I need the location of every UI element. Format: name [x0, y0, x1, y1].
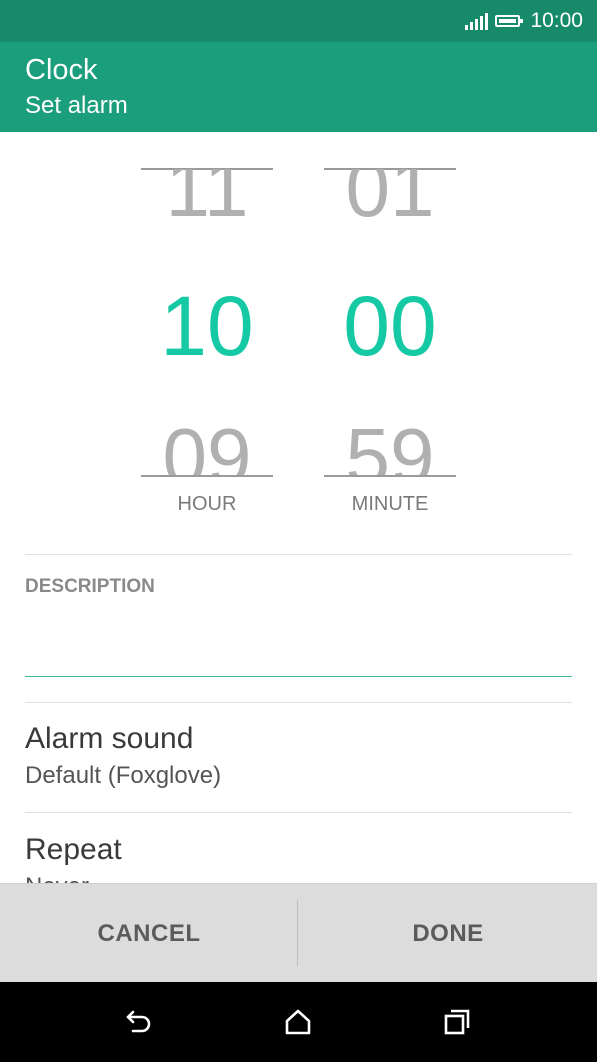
- hour-label: HOUR: [177, 493, 237, 515]
- minute-current-value[interactable]: 00: [324, 284, 456, 368]
- repeat-value: Never: [25, 873, 89, 883]
- minute-picker[interactable]: 01 00 59 MINUTE: [324, 132, 456, 522]
- section-divider: [25, 554, 572, 555]
- signal-icon: [465, 12, 489, 30]
- picker-divider-bottom: [141, 475, 273, 477]
- hour-next-value[interactable]: 09: [141, 417, 273, 476]
- section-divider: [25, 812, 572, 813]
- status-time: 10:00: [530, 9, 583, 32]
- description-input[interactable]: [25, 606, 572, 677]
- button-bar: CANCEL DONE: [0, 883, 597, 982]
- minute-prev-value[interactable]: 01: [324, 169, 456, 229]
- alarm-sound-title: Alarm sound: [25, 722, 194, 755]
- app-bar: Clock Set alarm: [0, 42, 597, 132]
- minute-prev-clip: 01: [324, 169, 456, 229]
- minute-next-clip: 59: [324, 402, 456, 476]
- picker-divider-bottom: [324, 475, 456, 477]
- cancel-button[interactable]: CANCEL: [0, 884, 298, 983]
- description-label: DESCRIPTION: [25, 576, 155, 597]
- alarm-sound-value: Default (Foxglove): [25, 762, 222, 789]
- status-indicators: 10:00: [465, 0, 583, 42]
- app-subtitle: Set alarm: [25, 92, 128, 119]
- section-divider: [25, 702, 572, 703]
- app-title: Clock: [25, 54, 98, 86]
- back-icon[interactable]: [124, 1007, 154, 1037]
- alarm-sound-setting[interactable]: Alarm sound Default (Foxglove): [0, 722, 597, 812]
- repeat-title: Repeat: [25, 833, 122, 866]
- home-icon[interactable]: [283, 1007, 313, 1037]
- recent-apps-icon[interactable]: [442, 1007, 472, 1037]
- done-button[interactable]: DONE: [299, 884, 597, 983]
- button-divider: [297, 900, 298, 966]
- battery-icon: [495, 15, 524, 27]
- navigation-bar: [0, 982, 597, 1062]
- hour-current-value[interactable]: 10: [141, 284, 273, 368]
- hour-prev-value[interactable]: 11: [141, 169, 273, 229]
- status-bar: 10:00: [0, 0, 597, 42]
- hour-prev-clip: 11: [141, 169, 273, 229]
- hour-next-clip: 09: [141, 402, 273, 476]
- minute-label: MINUTE: [351, 493, 429, 515]
- repeat-setting[interactable]: Repeat Never: [0, 833, 597, 883]
- minute-next-value[interactable]: 59: [324, 417, 456, 476]
- hour-picker[interactable]: 11 10 09 HOUR: [141, 132, 273, 522]
